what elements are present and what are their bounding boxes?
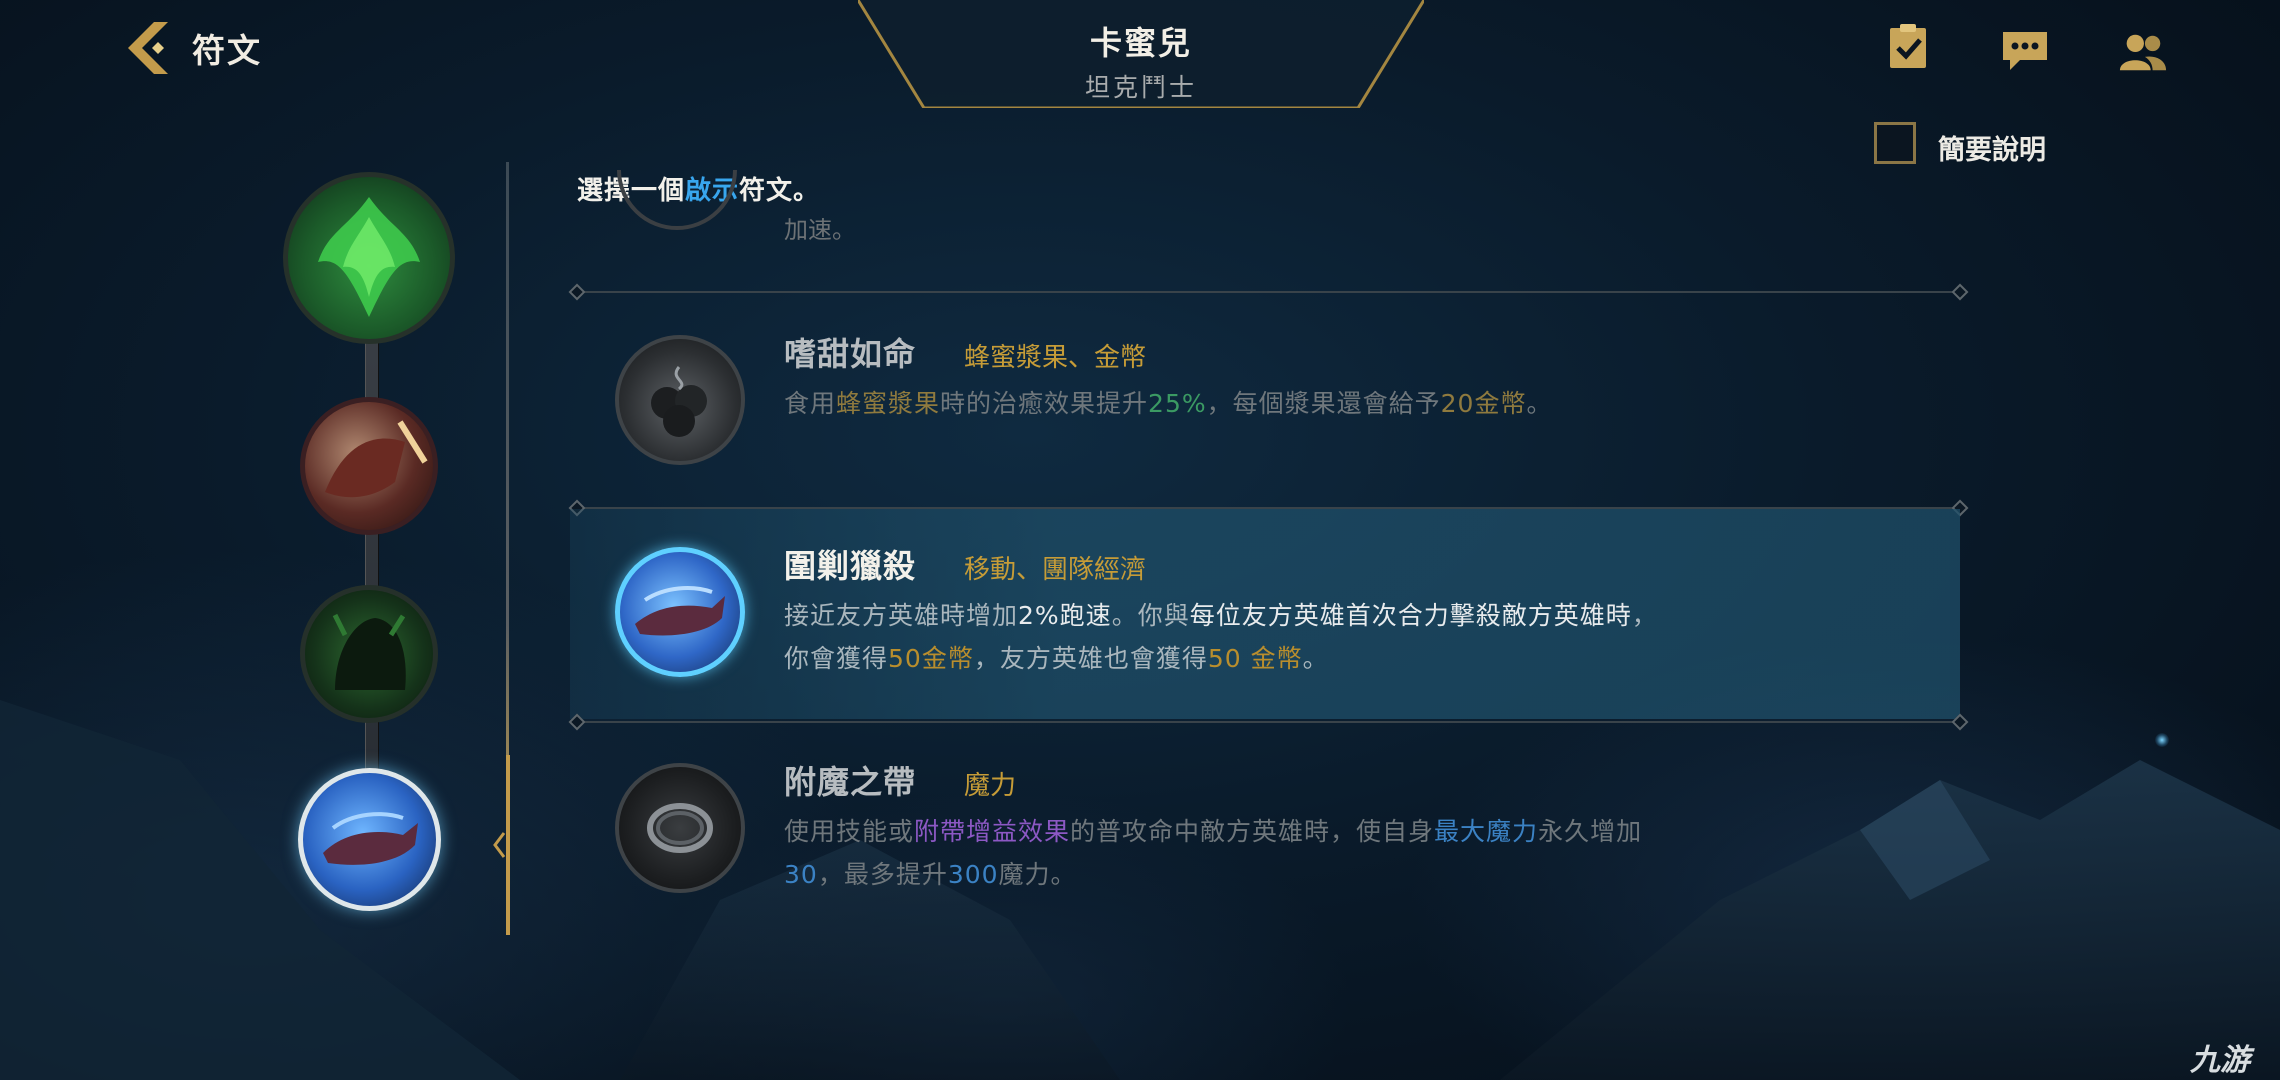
rune-description-segment: ，友方英雄也會獲得 xyxy=(973,644,1208,673)
rune-name: 嗜甜如命 xyxy=(784,335,917,373)
brief-description-checkbox[interactable] xyxy=(1874,122,1916,164)
champion-role: 坦克鬥士 xyxy=(1084,73,1197,102)
berry-cluster-glyph xyxy=(651,366,707,437)
brief-description-label[interactable]: 簡要說明 xyxy=(1938,128,2046,167)
champion-name: 卡蜜兒 xyxy=(1089,24,1192,62)
previous-rune-icon-partial xyxy=(617,170,743,240)
rune-tags: 蜂蜜漿果、金幣 xyxy=(964,343,1147,373)
rune-description-segment: 魔力。 xyxy=(998,860,1077,889)
rune-description: 食用蜂蜜漿果時的治癒效果提升25%，每個漿果還會給予20金幣。 xyxy=(784,382,1794,425)
rune-tags: 魔力 xyxy=(964,771,1017,801)
rune-description-segment: 300 xyxy=(947,860,999,889)
rune-description-segment: 20金幣 xyxy=(1440,389,1527,418)
rune-description: 使用技能或附帶增益效果的普攻命中敵方英雄時，使自身最大魔力永久增加 30，最多提升… xyxy=(784,810,1794,896)
second-slot-rune-node[interactable] xyxy=(300,585,438,723)
rune-description-segment: 附帶增益效果 xyxy=(914,817,1071,846)
separator xyxy=(577,721,1960,723)
rune-description-segment: 。 xyxy=(1302,644,1329,673)
rune-description-segment: 30 xyxy=(784,860,818,889)
rune-description-segment: 蜂蜜漿果 xyxy=(836,389,941,418)
rune-description-segment: 永久增加 xyxy=(1538,817,1643,846)
selected-indicator-arrow-icon xyxy=(493,832,506,858)
instruction-after: 符文。 xyxy=(739,176,821,206)
rune-description-segment: ，每個漿果還會給予 xyxy=(1206,389,1441,418)
back-label: 符文 xyxy=(192,31,262,70)
champion-title-plate: 卡蜜兒 坦克鬥士 xyxy=(858,0,1424,108)
rune-option-sweet-tooth[interactable]: 嗜甜如命 蜂蜜漿果、金幣 食用蜂蜜漿果時的治癒效果提升25%，每個漿果還會給予2… xyxy=(570,297,1960,507)
checklist-icon[interactable] xyxy=(1884,22,1934,72)
previous-rune-text-partial: 加速。 xyxy=(784,216,856,240)
rune-description-segment: 最大魔力 xyxy=(1434,817,1539,846)
rune-description-segment: 2%跑速 xyxy=(1018,601,1112,630)
rune-description-segment: 50 金幣 xyxy=(1207,644,1303,673)
band-rune-icon xyxy=(615,763,745,893)
separator xyxy=(577,291,1960,293)
fist-rune-icon xyxy=(325,420,428,498)
rune-description-segment: 50金幣 xyxy=(888,644,974,673)
rune-option-cooperative-hunt[interactable]: 圍剿獵殺 移動、團隊經濟 接近友方英雄時增加2%跑速。你與每位友方英雄首次合力擊… xyxy=(570,509,1960,719)
rune-description-segment: ， xyxy=(1631,601,1658,630)
rune-option-enchanted-band[interactable]: 附魔之帶 魔力 使用技能或附帶增益效果的普攻命中敵方英雄時，使自身最大魔力永久增… xyxy=(570,725,1960,935)
wolf-hunt-rune-icon xyxy=(323,812,418,865)
band-glyph xyxy=(647,803,713,853)
rune-description-segment: 時的治癒效果提升 xyxy=(940,389,1149,418)
rune-description: 接近友方英雄時增加2%跑速。你與每位友方英雄首次合力擊殺敵方英雄時， 你會獲得50… xyxy=(784,594,1794,680)
rune-description-segment: 每位友方英雄首次合力擊殺敵方英雄時 xyxy=(1189,601,1632,630)
back-button[interactable]: 符文 xyxy=(124,20,262,76)
chat-icon[interactable] xyxy=(2000,26,2050,76)
first-slot-rune-node[interactable] xyxy=(300,397,438,535)
keystone-rune-node[interactable] xyxy=(283,172,455,344)
rune-description-segment: 25% xyxy=(1148,389,1207,418)
rune-description-segment: 的普攻命中敵方英雄時，使自身 xyxy=(1070,817,1435,846)
rune-description-segment: ，最多提升 xyxy=(817,860,948,889)
friends-icon[interactable] xyxy=(2118,28,2168,78)
watermark-logo: 九游 xyxy=(2190,1043,2250,1078)
leaf-keystone-icon xyxy=(318,197,420,317)
wolf-rune-icon xyxy=(615,547,745,677)
rune-description-segment: 食用 xyxy=(784,389,837,418)
berry-rune-icon xyxy=(615,335,745,465)
rune-description-segment: 使用技能或 xyxy=(784,817,915,846)
rune-name: 附魔之帶 xyxy=(784,763,917,801)
rune-description-segment: 。你與 xyxy=(1111,601,1190,630)
third-slot-rune-node[interactable] xyxy=(298,768,441,911)
beast-rune-icon xyxy=(332,613,406,690)
rune-description-segment: 你會獲得 xyxy=(784,644,889,673)
wolf-glyph xyxy=(635,586,725,636)
rune-description-segment: 接近友方英雄時增加 xyxy=(784,601,1019,630)
rune-description-segment: 。 xyxy=(1526,389,1553,418)
back-chevron-icon xyxy=(128,22,168,74)
background-star xyxy=(2155,733,2169,747)
rune-name: 圍剿獵殺 xyxy=(784,547,917,585)
rune-tags: 移動、團隊經濟 xyxy=(964,555,1147,585)
